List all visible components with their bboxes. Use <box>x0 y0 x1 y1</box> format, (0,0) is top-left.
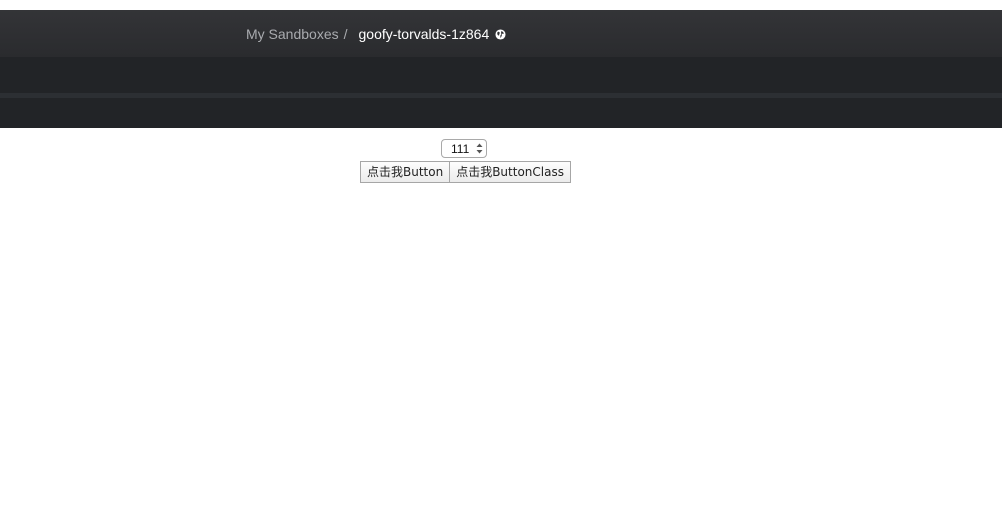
toolbar <box>0 57 1002 128</box>
my-sandboxes-link[interactable]: My Sandboxes <box>246 26 339 42</box>
click-me-button[interactable]: 点击我Button <box>360 161 451 183</box>
toolbar-divider <box>0 93 1002 98</box>
button-row: 点击我Button 点击我ButtonClass <box>360 161 571 183</box>
number-input[interactable]: 111 <box>441 139 487 158</box>
header-bar: My Sandboxes / goofy-torvalds-1z864 <box>0 10 1002 57</box>
number-input-value: 111 <box>451 142 470 156</box>
click-me-button-class[interactable]: 点击我ButtonClass <box>449 161 571 183</box>
top-strip <box>0 0 1002 10</box>
breadcrumb: My Sandboxes / goofy-torvalds-1z864 <box>246 10 506 57</box>
spinner-arrows-icon[interactable] <box>476 143 483 154</box>
globe-icon[interactable] <box>495 28 506 40</box>
breadcrumb-separator: / <box>343 25 348 42</box>
sandbox-name[interactable]: goofy-torvalds-1z864 <box>359 26 490 42</box>
codesandbox-window: My Sandboxes / goofy-torvalds-1z864 111 … <box>0 0 1002 506</box>
preview-pane: 111 点击我Button 点击我ButtonClass <box>0 128 1002 506</box>
